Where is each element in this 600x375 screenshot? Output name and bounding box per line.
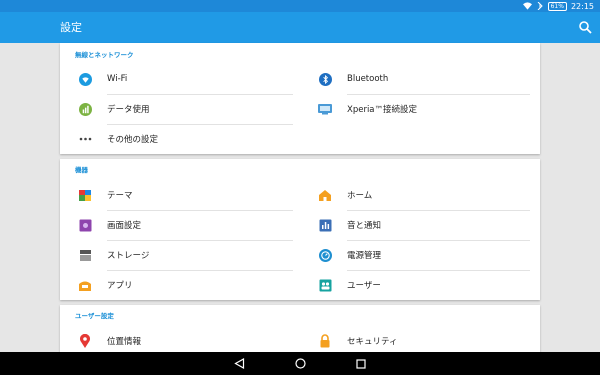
search-icon[interactable]: [578, 20, 592, 34]
setting-xperia-connect[interactable]: Xperia™接続設定: [300, 94, 540, 124]
xperia-connect-icon: [317, 101, 333, 117]
battery-level: 61%: [547, 1, 567, 11]
data-usage-icon: [77, 101, 93, 117]
setting-label: 画面設定: [107, 221, 142, 231]
users-icon: [317, 277, 333, 293]
setting-label: Bluetooth: [347, 74, 389, 84]
setting-apps[interactable]: アプリ: [60, 270, 300, 300]
signal-icon: [537, 2, 543, 10]
clock: 22:15: [570, 1, 594, 11]
theme-icon: [77, 187, 93, 203]
setting-label: アプリ: [107, 281, 133, 291]
wifi-status-icon: [522, 2, 532, 10]
setting-bluetooth[interactable]: Bluetooth: [300, 64, 540, 94]
display-icon: [77, 217, 93, 233]
setting-display[interactable]: 画面設定: [60, 210, 300, 240]
setting-home[interactable]: ホーム: [300, 180, 540, 210]
section-title-user: ユーザー設定: [75, 312, 114, 320]
location-icon: [77, 333, 93, 349]
section-device: 機器 テーマ ホーム 画面設定 音と通知 ストレージ 電源管理 アプリ ユーザー: [60, 159, 540, 300]
setting-label: ユーザー: [347, 281, 381, 291]
storage-icon: [77, 247, 93, 263]
setting-label: データ使用: [107, 105, 150, 115]
setting-theme[interactable]: テーマ: [60, 180, 300, 210]
bluetooth-icon: [317, 71, 333, 87]
setting-label: 位置情報: [107, 337, 142, 347]
battery-icon: [317, 247, 333, 263]
home-button[interactable]: [293, 356, 308, 371]
home-nav-icon: [295, 358, 306, 369]
setting-label: Xperia™接続設定: [347, 105, 418, 115]
security-icon: [317, 333, 333, 349]
setting-label: その他の設定: [107, 135, 159, 145]
back-icon: [234, 358, 245, 369]
setting-wifi[interactable]: Wi-Fi: [60, 64, 300, 94]
setting-label: ストレージ: [107, 251, 150, 261]
recents-icon: [355, 358, 366, 369]
section-title-wireless: 無線とネットワーク: [75, 51, 134, 59]
navigation-bar: [0, 352, 600, 375]
setting-label: セキュリティ: [347, 337, 398, 347]
setting-power[interactable]: 電源管理: [300, 240, 540, 270]
recents-button[interactable]: [353, 356, 368, 371]
setting-more[interactable]: その他の設定: [60, 124, 300, 154]
setting-label: テーマ: [107, 191, 133, 201]
setting-label: 電源管理: [347, 251, 382, 261]
setting-sound[interactable]: 音と通知: [300, 210, 540, 240]
sound-icon: [317, 217, 333, 233]
status-bar: 61% 22:15: [0, 0, 600, 12]
setting-label: Wi-Fi: [107, 74, 128, 84]
setting-storage[interactable]: ストレージ: [60, 240, 300, 270]
setting-data-usage[interactable]: データ使用: [60, 94, 300, 124]
section-wireless: 無線とネットワーク Wi-Fi Bluetooth データ使用 Xperia™接…: [60, 43, 540, 154]
section-title-device: 機器: [75, 166, 88, 174]
setting-label: 音と通知: [347, 221, 382, 231]
setting-label: ホーム: [347, 191, 373, 201]
setting-users[interactable]: ユーザー: [300, 270, 540, 300]
app-bar: 設定: [0, 12, 600, 43]
more-icon: [77, 131, 93, 147]
page-title: 設定: [60, 21, 82, 34]
back-button[interactable]: [232, 356, 247, 371]
wifi-icon: [77, 71, 93, 87]
home-icon: [317, 187, 333, 203]
apps-icon: [77, 277, 93, 293]
